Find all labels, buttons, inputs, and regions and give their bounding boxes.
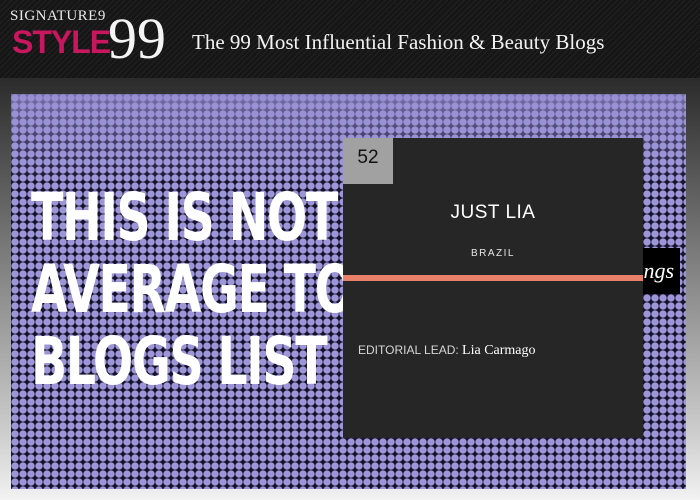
site-tagline: The 99 Most Influential Fashion & Beauty… bbox=[192, 30, 605, 54]
rankings-tag-text: ngs bbox=[643, 258, 674, 283]
site-header: SIGNATURE9 STYLE 99 The 99 Most Influent… bbox=[0, 0, 700, 78]
headline-line-1: THIS IS NOT Y bbox=[31, 179, 386, 256]
blog-title[interactable]: JUST LIA bbox=[343, 202, 643, 224]
blog-card-popup[interactable]: 52 JUST LIA BRAZIL EDITORIAL LEAD: Lia C… bbox=[343, 138, 643, 438]
hero-headline: THIS IS NOT Y AVERAGE TO BLOGS LIST bbox=[31, 179, 386, 400]
editorial-lead-label: EDITORIAL LEAD: bbox=[358, 343, 459, 357]
rank-badge: 52 bbox=[343, 138, 393, 184]
logo-number-text: 99 bbox=[108, 6, 166, 71]
logo-style-text: STYLE bbox=[12, 24, 111, 60]
headline-line-3: BLOGS LIST bbox=[31, 323, 328, 400]
editorial-lead: EDITORIAL LEAD: Lia Carmago bbox=[358, 343, 536, 359]
logo-signature-text: SIGNATURE9 bbox=[10, 8, 106, 24]
headline-line-2: AVERAGE TO bbox=[31, 251, 355, 328]
signature9-style99-logo[interactable]: SIGNATURE9 STYLE 99 bbox=[8, 6, 183, 72]
card-divider bbox=[343, 275, 643, 281]
editorial-lead-name: Lia Carmago bbox=[462, 343, 536, 358]
blog-country: BRAZIL bbox=[470, 248, 515, 259]
